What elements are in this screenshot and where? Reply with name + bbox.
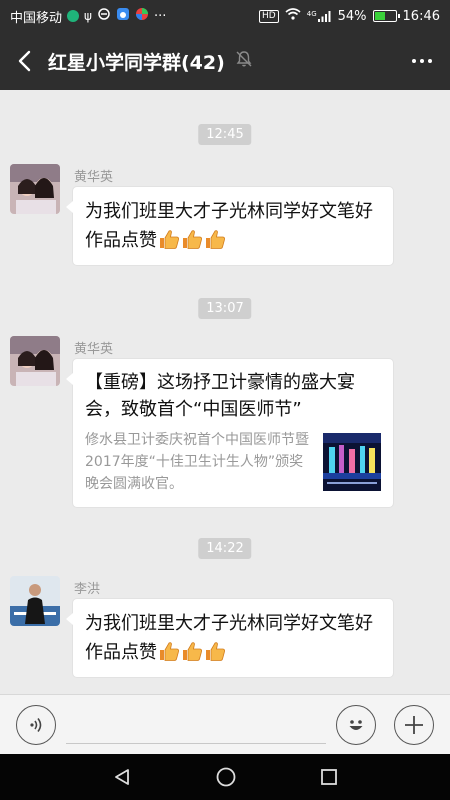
timestamp: 12:45: [198, 124, 252, 145]
sender-name: 李洪: [74, 582, 101, 597]
input-bar: [0, 694, 450, 754]
card-description: 修水县卫计委庆祝首个中国医师节暨2017年度“十佳卫生计生人物”颁奖晚会圆满收官…: [85, 432, 309, 492]
plus-icon: [405, 716, 423, 734]
battery-icon: [372, 10, 400, 22]
chat-title: 红星小学同学群(42): [48, 51, 225, 74]
thumbs-up-icon: [158, 228, 180, 250]
wifi-icon: [285, 8, 301, 24]
bell-muted-icon: [235, 50, 253, 72]
clock: 16:46: [402, 8, 440, 24]
message-text: 为我们班里大才子光林同学好文笔好作品点赞: [85, 613, 373, 663]
carrier-label: 中国移动: [10, 10, 63, 26]
shield-icon: [67, 10, 80, 22]
link-card[interactable]: 【重磅】这场抒卫计豪情的盛大宴会，致敬首个“中国医师节” 修水县卫计委庆祝首个中…: [66, 358, 394, 508]
chat-header: 红星小学同学群(42): [0, 32, 450, 90]
battery-percent: 54%: [337, 8, 367, 24]
avatar[interactable]: [10, 576, 60, 626]
message-list[interactable]: 12:45 黄华英 为我们班里大才子光林同学好文笔好作品点赞 13:07 黄华英…: [0, 90, 450, 694]
chevron-left-icon: [18, 50, 31, 72]
back-button[interactable]: [0, 32, 48, 90]
battery-level: [374, 12, 385, 20]
nav-back-icon[interactable]: [112, 767, 132, 787]
message-text: 为我们班里大才子光林同学好文笔好作品点赞: [85, 201, 373, 251]
sender-name: 黄华英: [74, 342, 114, 357]
thumbs-up-icon: [204, 640, 226, 662]
baidu-icon: [116, 7, 130, 25]
link-icon: [97, 7, 111, 25]
sender-name: 黄华英: [74, 170, 114, 185]
status-bar: 中国移动 ψ ··· HD 4G 54% 16:46: [0, 0, 450, 32]
avatar[interactable]: [10, 164, 60, 214]
signal-icon: 4G: [307, 10, 332, 22]
thumbs-up-icon: [181, 228, 203, 250]
add-button[interactable]: [394, 705, 434, 745]
thumbs-up-icon: [181, 640, 203, 662]
timestamp: 14:22: [198, 538, 252, 559]
usb-icon: ψ: [84, 9, 92, 23]
thumbs-up-icon: [204, 228, 226, 250]
system-nav-bar: [0, 754, 450, 800]
voice-icon: [30, 718, 42, 732]
card-thumbnail: [323, 433, 381, 491]
nav-home-icon[interactable]: [215, 766, 237, 788]
smiley-icon: [349, 720, 363, 730]
timestamp: 13:07: [198, 298, 252, 319]
message-input[interactable]: [66, 743, 326, 744]
nav-recent-icon[interactable]: [320, 768, 338, 786]
voice-button[interactable]: [16, 705, 56, 745]
app-icon: [135, 7, 149, 25]
message-bubble[interactable]: 为我们班里大才子光林同学好文笔好作品点赞: [66, 186, 394, 266]
more-notifications-icon: ···: [153, 8, 167, 24]
avatar[interactable]: [10, 336, 60, 386]
more-button[interactable]: [394, 32, 450, 90]
more-icon: [412, 59, 416, 63]
thumbs-up-icon: [158, 640, 180, 662]
message-bubble[interactable]: 为我们班里大才子光林同学好文笔好作品点赞: [66, 598, 394, 678]
card-title: 【重磅】这场抒卫计豪情的盛大宴会，致敬首个“中国医师节”: [85, 372, 355, 420]
emoji-button[interactable]: [336, 705, 376, 745]
hd-badge: HD: [259, 9, 279, 23]
